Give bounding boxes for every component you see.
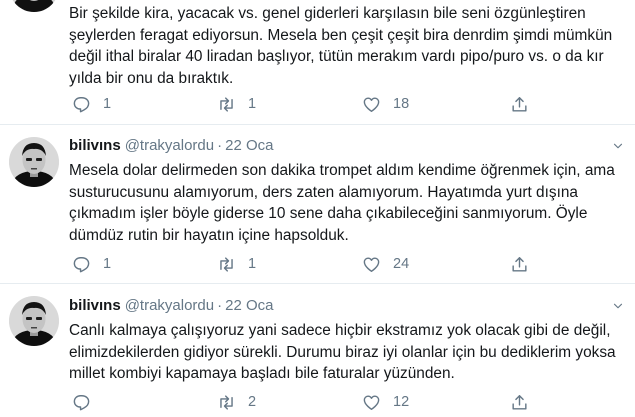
avatar[interactable] — [9, 296, 59, 346]
retweet-icon — [220, 256, 233, 272]
user-handle[interactable]: @trakyalordu — [125, 137, 214, 154]
separator-dot: · — [217, 137, 223, 154]
tweet-text-line: şeylerden feragat ediyorsun. Mesela ben … — [69, 26, 613, 44]
reply-icon — [73, 96, 90, 112]
display-name[interactable]: bilivıns — [69, 297, 121, 314]
avatar[interactable] — [9, 0, 59, 12]
like-icon — [363, 394, 380, 410]
tweet-actions: 1 1 24 — [69, 253, 539, 277]
separator-dot: · — [217, 297, 223, 314]
share-icon — [512, 256, 527, 272]
share-button[interactable] — [510, 391, 529, 413]
retweet-button[interactable]: 1 — [217, 253, 256, 275]
chevron-down-icon[interactable] — [611, 299, 625, 313]
retweet-icon — [220, 394, 233, 410]
reply-count: 1 — [103, 256, 112, 272]
like-icon — [363, 256, 380, 272]
tweet[interactable]: Bir şekilde kira, yacacak vs. genel gide… — [0, 0, 635, 124]
retweet-button[interactable]: 1 — [217, 93, 256, 115]
retweet-count: 2 — [248, 394, 257, 410]
tweet-date[interactable]: 22 Oca — [225, 297, 273, 314]
tweet-text-line: çıkmadım işler böyle giderse 10 sene dah… — [69, 205, 588, 223]
reply-button[interactable] — [72, 391, 103, 413]
like-count: 18 — [393, 96, 410, 112]
reply-button[interactable]: 1 — [72, 93, 111, 115]
avatar[interactable] — [9, 137, 59, 187]
like-button[interactable]: 12 — [362, 391, 409, 413]
tweet[interactable]: bilivıns @trakyalordu · 22 Oca Mesela dolar… — [0, 125, 635, 283]
tweet[interactable]: bilivıns @trakyalordu · 22 Oca Canlı kalmay… — [0, 284, 635, 417]
reply-count: 1 — [103, 96, 112, 112]
display-name[interactable]: bilivıns — [69, 137, 121, 154]
share-button[interactable] — [510, 253, 529, 275]
retweet-count: 1 — [248, 96, 257, 112]
tweet-text-line: Canlı kalmaya çalışıyoruz yani sadece hi… — [69, 322, 611, 339]
retweet-icon — [220, 96, 233, 112]
tweet-header: bilivıns @trakyalordu · 22 Oca — [69, 296, 274, 316]
avatar-image — [9, 137, 59, 187]
tweet-actions: 2 12 — [69, 391, 539, 415]
user-handle[interactable]: @trakyalordu — [125, 297, 214, 314]
like-button[interactable]: 24 — [362, 253, 409, 275]
reply-button[interactable]: 1 — [72, 253, 111, 275]
tweet-text-line: millet kombiyi kapamaya başladı bile fat… — [69, 365, 455, 383]
share-icon — [512, 394, 527, 410]
retweet-button[interactable]: 2 — [217, 391, 256, 413]
tweet-text-line: dümdüz rutin bir hayatın içine hapsolduk… — [69, 226, 349, 244]
tweet-header: bilivıns @trakyalordu · 22 Oca — [69, 136, 274, 156]
like-count: 12 — [393, 394, 410, 410]
tweet-text-line: elimizdekilerden gidiyor sürekli. Durumu… — [69, 343, 616, 361]
retweet-count: 1 — [248, 256, 257, 272]
reply-icon — [73, 394, 90, 410]
tweet-text: Mesela dolar delirmeden son dakika tromp… — [69, 160, 629, 246]
share-icon — [512, 96, 527, 112]
avatar-image — [9, 296, 59, 346]
tweet-actions: 1 1 18 — [69, 93, 539, 117]
tweet-text-line: susturucusunu alamıyorum, ders zaten ala… — [69, 183, 578, 201]
like-button[interactable]: 18 — [362, 93, 409, 115]
like-count: 24 — [393, 256, 410, 272]
tweet-text-line: değil ithal biralar 40 liradan başlıyor,… — [69, 48, 604, 66]
chevron-down-icon[interactable] — [611, 139, 625, 153]
tweet-text-line: yılda bir onu da bıraktık. — [69, 69, 234, 87]
reply-icon — [73, 256, 90, 272]
like-icon — [363, 96, 380, 112]
share-button[interactable] — [510, 93, 529, 115]
tweet-text: Canlı kalmaya çalışıyoruz yani sadece hi… — [69, 320, 629, 385]
avatar-image — [9, 0, 59, 12]
tweet-text-line: Bir şekilde kira, yacacak vs. genel gide… — [69, 5, 586, 22]
tweet-text: Bir şekilde kira, yacacak vs. genel gide… — [69, 3, 629, 89]
tweet-date[interactable]: 22 Oca — [225, 137, 273, 154]
tweet-text-line: Mesela dolar delirmeden son dakika tromp… — [69, 162, 615, 179]
